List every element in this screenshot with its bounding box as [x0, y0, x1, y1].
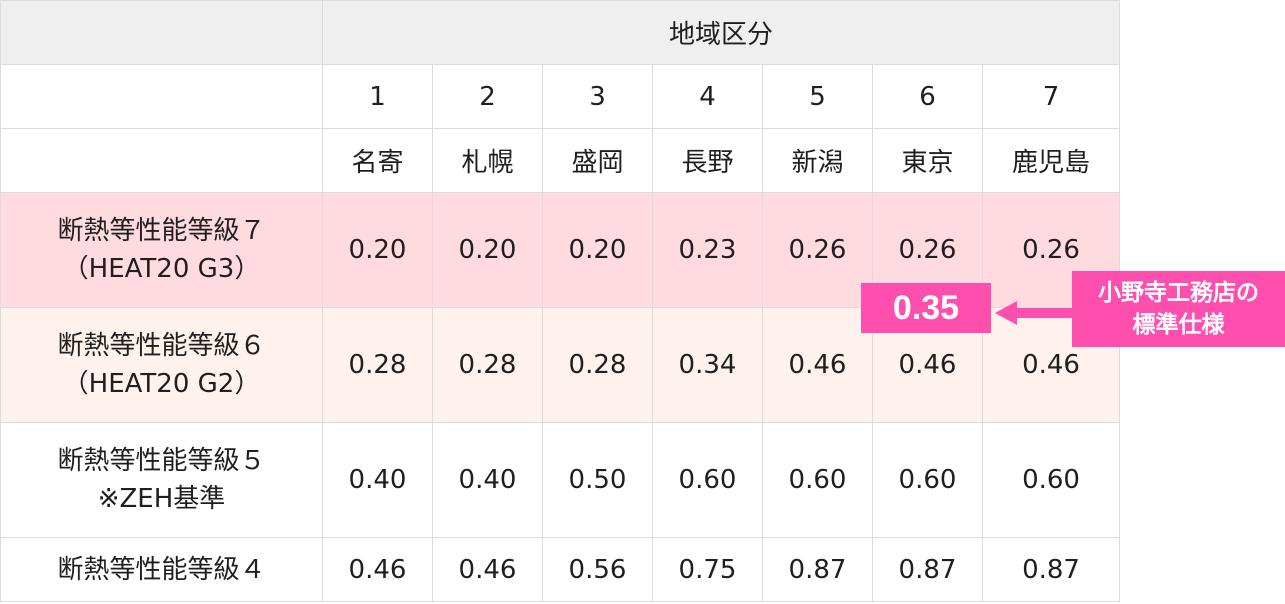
- ua-value-cell: 0.60: [762, 422, 873, 538]
- standard-spec-note: 小野寺工務店の 標準仕様: [1072, 271, 1285, 347]
- ua-value-cell: 0.34: [652, 307, 763, 423]
- ua-value-cell: 0.28: [542, 307, 653, 423]
- region-city: 札幌: [432, 128, 543, 193]
- ua-value-cell: 0.20: [322, 192, 433, 308]
- ua-value-cell: 0.87: [872, 537, 983, 602]
- region-title: 地域区分: [321, 0, 1121, 65]
- grade-label-line2: （HEAT20 G3）: [62, 254, 261, 284]
- ua-value-cell: 0.26: [762, 192, 873, 308]
- ua-value-cell: 0.60: [872, 422, 983, 538]
- grade-label-line2: ※ZEH基準: [97, 484, 226, 514]
- ua-value-cell: 0.50: [542, 422, 653, 538]
- ua-value-cell: 0.40: [322, 422, 433, 538]
- ua-value-cell: 0.87: [762, 537, 873, 602]
- region-city-row: 名寄 札幌 盛岡 長野 新潟 東京 鹿児島: [0, 128, 1121, 193]
- grade-label-line2: （HEAT20 G2）: [62, 369, 261, 399]
- region-city: 東京: [872, 128, 983, 193]
- grade-4-label: 断熱等性能等級４: [0, 537, 323, 602]
- ua-value-cell: 0.46: [762, 307, 873, 423]
- region-city: 盛岡: [542, 128, 653, 193]
- ua-value-cell: 0.28: [322, 307, 433, 423]
- region-city: 名寄: [322, 128, 433, 193]
- grade-5-row: 断熱等性能等級５ ※ZEH基準 0.40 0.40 0.50 0.60 0.60…: [0, 422, 1121, 538]
- region-number: 4: [652, 64, 763, 129]
- region-number: 1: [322, 64, 433, 129]
- grade-7-label: 断熱等性能等級７ （HEAT20 G3）: [0, 192, 323, 308]
- ua-value-cell: 0.20: [542, 192, 653, 308]
- grade-label-line1: 断熱等性能等級７: [57, 216, 266, 246]
- region-city: 新潟: [762, 128, 873, 193]
- ua-value-cell: 0.46: [322, 537, 433, 602]
- ua-value-cell: 0.56: [542, 537, 653, 602]
- callout-arrow-icon: [995, 301, 1017, 325]
- ua-value-cell: 0.87: [981, 537, 1121, 602]
- ua-value-cell: 0.23: [652, 192, 763, 308]
- region-number: 5: [762, 64, 873, 129]
- region-city: 鹿児島: [981, 128, 1121, 193]
- ua-value-cell: 0.28: [432, 307, 543, 423]
- blank-cell: [0, 128, 323, 193]
- region-number-row: 1 2 3 4 5 6 7: [0, 64, 1121, 129]
- grade-label-line1: 断熱等性能等級５: [57, 446, 266, 476]
- region-number: 7: [981, 64, 1121, 129]
- note-line1: 小野寺工務店の: [1098, 280, 1259, 306]
- callout-arrow-shaft: [1015, 308, 1075, 318]
- region-number: 6: [872, 64, 983, 129]
- grade-5-label: 断熱等性能等級５ ※ZEH基準: [0, 422, 323, 538]
- grade-label-line1: 断熱等性能等級６: [57, 331, 266, 361]
- ua-value-cell: 0.60: [652, 422, 763, 538]
- ua-value-cell: 0.75: [652, 537, 763, 602]
- blank-cell: [0, 64, 323, 129]
- grade-label-line1: 断熱等性能等級４: [57, 554, 266, 585]
- note-line2: 標準仕様: [1132, 312, 1225, 338]
- ua-value-cell: 0.60: [981, 422, 1121, 538]
- grade-4-row: 断熱等性能等級４ 0.46 0.46 0.56 0.75 0.87 0.87 0…: [0, 537, 1121, 602]
- grade-6-label: 断熱等性能等級６ （HEAT20 G2）: [0, 307, 323, 423]
- header-row: 地域区分: [0, 0, 1121, 65]
- ua-value-cell: 0.46: [432, 537, 543, 602]
- ua-value-cell: 0.40: [432, 422, 543, 538]
- region-number: 2: [432, 64, 543, 129]
- header-corner-cell: [0, 0, 323, 65]
- region-number: 3: [542, 64, 653, 129]
- region-city: 長野: [652, 128, 763, 193]
- standard-spec-value-badge: 0.35: [861, 283, 991, 333]
- ua-value-cell: 0.20: [432, 192, 543, 308]
